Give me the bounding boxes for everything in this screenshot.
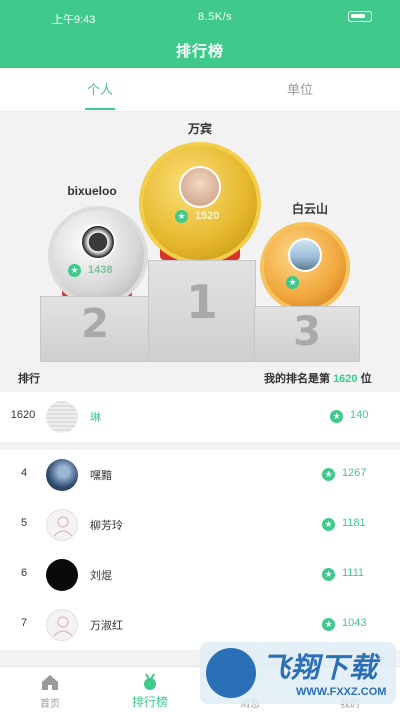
my-rank-suffix: 位 — [360, 373, 372, 385]
tab-active-indicator — [85, 108, 115, 110]
row-name: 嘿黯 — [90, 470, 112, 482]
podium-second-block: 2 — [40, 296, 150, 362]
star-icon: ★ — [322, 618, 335, 631]
row-score-value: 1267 — [342, 467, 367, 479]
tab-bar: 个人 单位 — [0, 68, 400, 112]
row-score-value: 1043 — [342, 617, 367, 629]
row-rank: 6 — [20, 567, 28, 579]
tab-unit[interactable]: 单位 — [240, 68, 360, 112]
avatar — [46, 559, 78, 591]
first-place-avatar — [179, 166, 221, 208]
default-user-icon — [53, 616, 73, 637]
row-rank: 4 — [20, 467, 28, 479]
page-title: 排行榜 — [175, 43, 224, 60]
avatar — [46, 609, 78, 641]
second-place-score: 1438 — [88, 264, 113, 276]
watermark-logo-icon — [206, 648, 256, 698]
nav-home-label: 首页 — [40, 699, 60, 710]
star-icon: ★ — [322, 568, 335, 581]
app-header: 上午9:43 8.5K/s 排行榜 — [0, 0, 400, 68]
my-rank-row[interactable]: 1620 琳 ★ 140 — [0, 392, 400, 442]
podium-first-block: 1 — [148, 260, 256, 362]
second-place-name: bixueloo — [67, 184, 117, 198]
avatar — [46, 459, 78, 491]
star-icon: ★ — [286, 276, 299, 289]
second-place-avatar — [80, 224, 116, 260]
avatar — [46, 401, 78, 433]
status-network: 8.5K/s — [198, 11, 233, 23]
podium-third-number: 3 — [293, 309, 321, 355]
third-place-medal[interactable]: ★ — [260, 222, 350, 312]
first-place-medal[interactable]: ★ 1520 — [139, 142, 261, 264]
podium-first-number: 1 — [185, 275, 218, 329]
home-icon — [42, 675, 58, 690]
watermark: 飞翔下载 WWW.FXXZ.COM — [200, 642, 396, 704]
my-rank-number: 1620 — [333, 373, 358, 385]
row-name: 琳 — [90, 412, 101, 424]
second-place-medal[interactable]: ★ 1438 — [48, 206, 148, 306]
first-place-name: 万宾 — [187, 122, 212, 136]
status-bar: 上午9:43 8.5K/s — [0, 0, 400, 32]
watermark-title: 飞翔下载 — [262, 652, 379, 683]
nav-home[interactable]: 首页 — [0, 667, 100, 712]
list-item[interactable]: 6 刘焜 ★ 1111 — [0, 550, 400, 600]
star-icon: ★ — [322, 518, 335, 531]
avatar — [46, 509, 78, 541]
my-rank-summary: 我的排名是第 1620 位 — [264, 370, 372, 386]
watermark-url: WWW.FXXZ.COM — [296, 686, 387, 698]
row-score-value: 140 — [350, 409, 369, 421]
third-place-avatar — [288, 238, 322, 272]
rank-column-label: 排行 — [18, 373, 40, 385]
nav-ranking-label: 排行榜 — [131, 695, 168, 709]
my-rank-prefix: 我的排名是第 — [264, 373, 330, 385]
list-item[interactable]: 4 嘿黯 ★ 1267 — [0, 450, 400, 500]
row-score-value: 1181 — [342, 517, 366, 529]
list-item[interactable]: 5 柳芳玲 ★ 1181 — [0, 500, 400, 550]
star-icon: ★ — [175, 210, 188, 223]
star-icon: ★ — [322, 468, 335, 481]
row-rank: 5 — [20, 517, 28, 529]
first-place-score: 1520 — [195, 210, 220, 222]
podium-area: 万宾 ★ 1520 bixueloo ★ 1438 白云山 ★ 2 1 3 — [0, 112, 400, 390]
star-icon: ★ — [68, 264, 81, 277]
default-user-icon — [53, 516, 73, 537]
row-name: 刘焜 — [90, 570, 112, 582]
tab-personal[interactable]: 个人 — [40, 68, 160, 112]
row-rank: 1620 — [10, 409, 36, 421]
row-name: 柳芳玲 — [90, 520, 123, 532]
nav-ranking[interactable]: 排行榜 — [100, 667, 200, 712]
status-time: 上午9:43 — [52, 14, 96, 26]
podium-second-number: 2 — [81, 301, 109, 347]
podium-third-block: 3 — [254, 306, 360, 362]
row-rank: 7 — [20, 617, 28, 629]
star-icon: ★ — [330, 410, 343, 423]
row-score-value: 1111 — [342, 567, 365, 579]
battery-icon — [348, 11, 372, 22]
third-place-name: 白云山 — [291, 202, 328, 216]
medal-icon — [144, 673, 156, 690]
row-name: 万淑红 — [90, 620, 123, 632]
rank-header: 排行 我的排名是第 1620 位 — [0, 362, 400, 392]
